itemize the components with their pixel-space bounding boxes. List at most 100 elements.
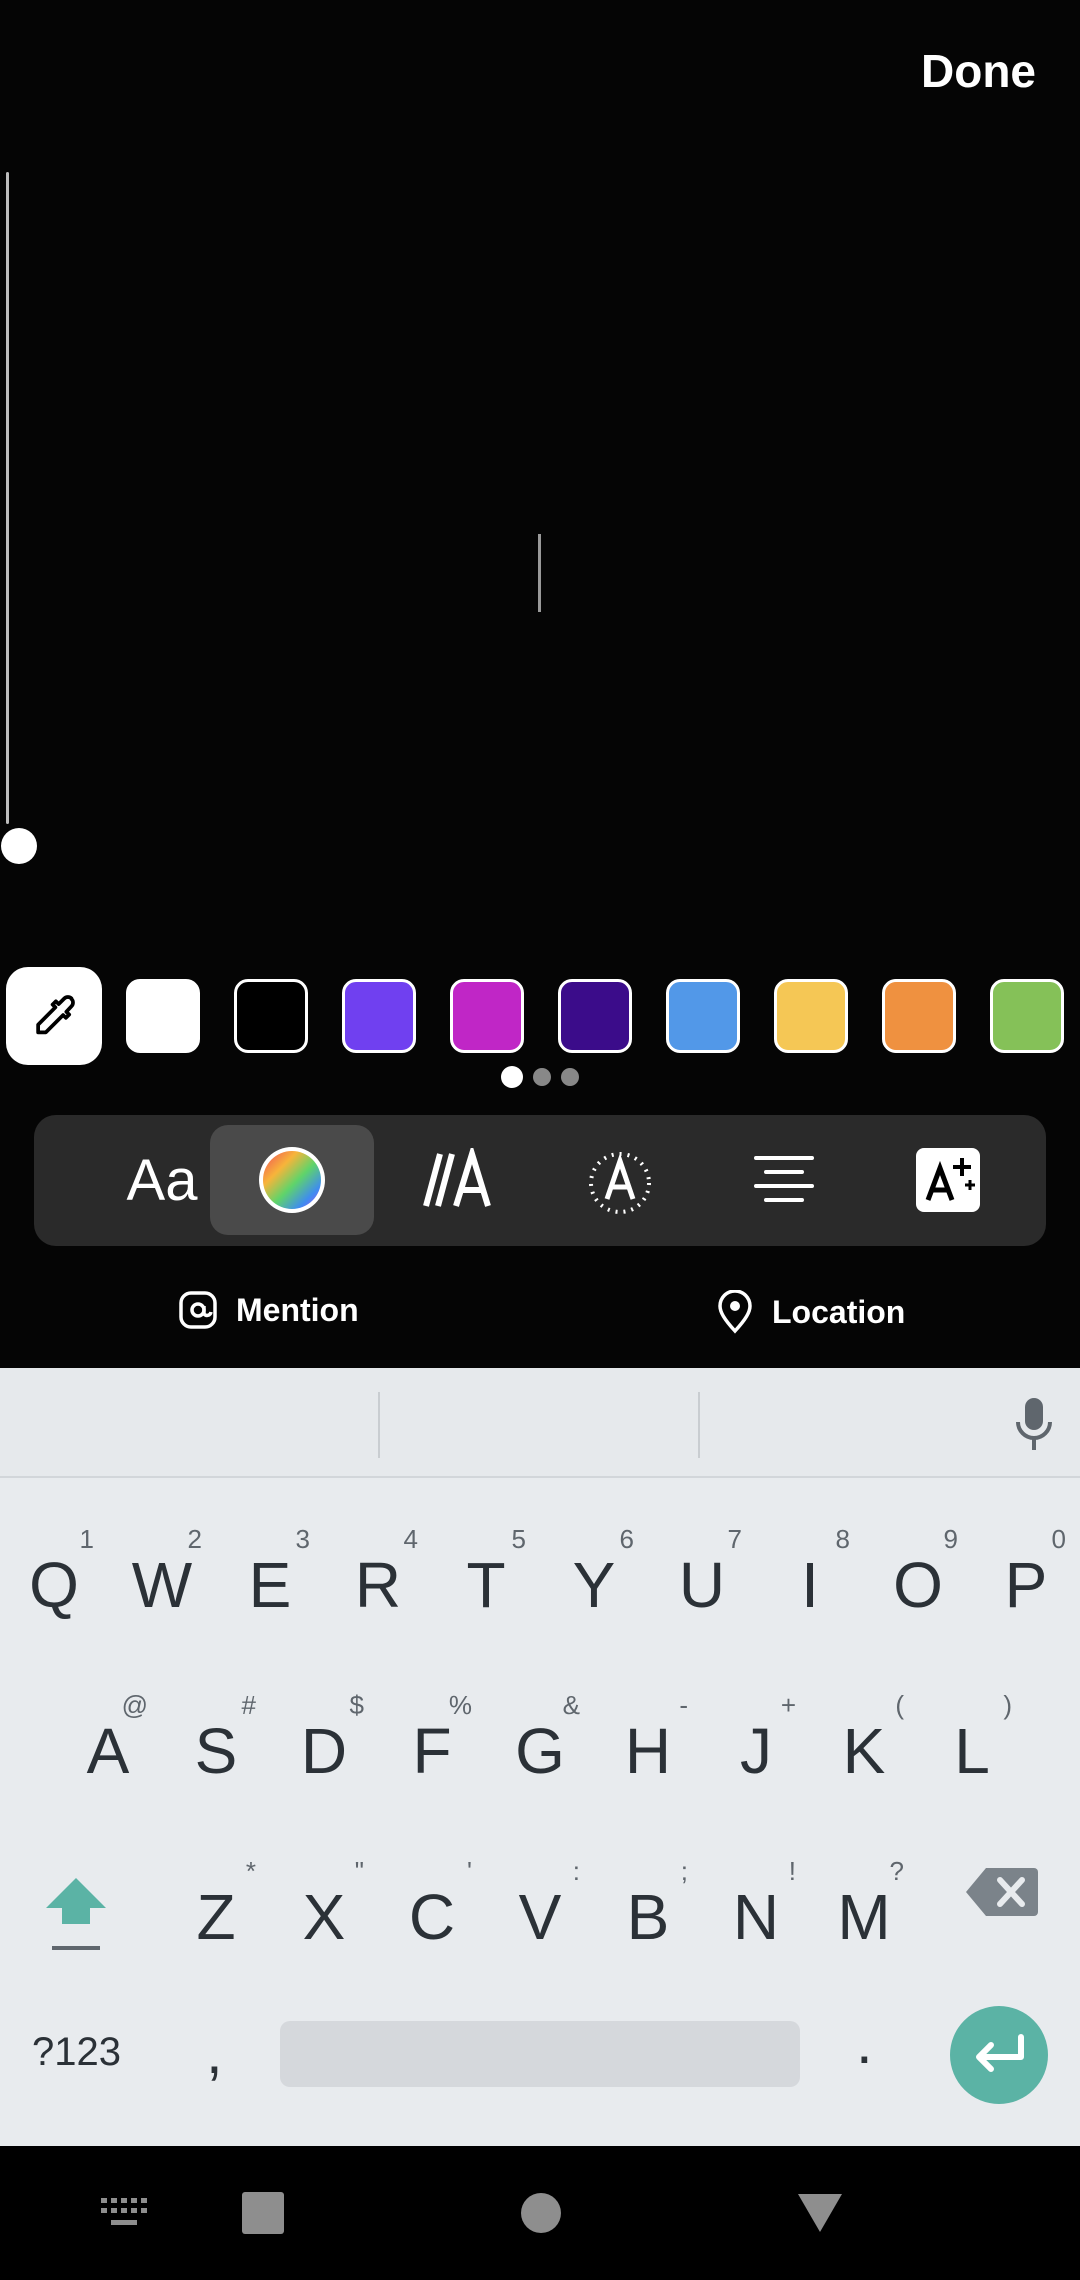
key-letter: P <box>1004 1549 1048 1621</box>
backspace-icon <box>966 1868 1038 1916</box>
key-d[interactable]: D $ <box>270 1674 378 1824</box>
key-alt-symbol: " <box>354 1856 364 1886</box>
key-e[interactable]: E3 <box>216 1508 324 1658</box>
key-alt-symbol: % <box>448 1690 472 1720</box>
key-letter: E <box>248 1549 292 1621</box>
text-toolbar: Aa <box>34 1115 1046 1246</box>
key-h[interactable]: H- <box>594 1674 702 1824</box>
animation-button[interactable] <box>538 1125 702 1235</box>
key-y[interactable]: Y6 <box>540 1508 648 1658</box>
key-l[interactable]: L) <box>918 1674 1026 1824</box>
key-letter: A <box>86 1715 130 1787</box>
home-button[interactable] <box>516 2146 566 2280</box>
key-g[interactable]: G & <box>486 1674 594 1824</box>
color-swatch[interactable] <box>774 979 848 1053</box>
enter-key[interactable] <box>950 2006 1048 2104</box>
voice-input-button[interactable] <box>1014 1396 1054 1457</box>
key-n[interactable]: N! <box>702 1840 810 1990</box>
key-b[interactable]: B; <box>594 1840 702 1990</box>
recents-icon <box>242 2192 284 2234</box>
key-letter: B <box>626 1881 670 1953</box>
effects-icon <box>916 1148 980 1212</box>
done-button[interactable]: Done <box>921 44 1036 98</box>
color-swatch[interactable] <box>342 979 416 1053</box>
color-palette <box>0 967 1080 1065</box>
color-swatch[interactable] <box>450 979 524 1053</box>
home-icon <box>521 2193 561 2233</box>
key-t[interactable]: T5 <box>432 1508 540 1658</box>
key-letter: K <box>842 1715 886 1787</box>
key-f[interactable]: F% <box>378 1674 486 1824</box>
key-letter: M <box>837 1881 891 1953</box>
keyboard-icon <box>101 2198 147 2225</box>
location-button[interactable]: Location <box>716 1290 905 1334</box>
suggestion-divider <box>698 1392 700 1458</box>
shift-key[interactable] <box>30 1860 122 1956</box>
text-editor-canvas[interactable]: Done Aa Mention Location <box>0 0 1080 1368</box>
symbols-key[interactable]: ?123 <box>32 2030 121 2075</box>
effects-button[interactable] <box>866 1125 1030 1235</box>
color-button[interactable] <box>210 1125 374 1235</box>
key-p[interactable]: P0 <box>972 1508 1080 1658</box>
key-alt-symbol: ; <box>680 1856 688 1886</box>
align-center-icon <box>754 1156 814 1202</box>
backspace-key[interactable] <box>964 1862 1056 1942</box>
key-x[interactable]: X " <box>270 1840 378 1990</box>
key-letter: T <box>466 1549 506 1621</box>
key-m[interactable]: M? <box>810 1840 918 1990</box>
key-j[interactable]: J + <box>702 1674 810 1824</box>
key-alt-symbol: & <box>562 1690 580 1720</box>
on-screen-keyboard: Q1W2E3R4T5Y6U7I8O9P0 A @ S # D $ F% G & H - J + K(L) … <box>0 1368 1080 2146</box>
key-r[interactable]: R4 <box>324 1508 432 1658</box>
keyboard-switch-button[interactable] <box>94 2146 154 2280</box>
location-pin-icon <box>718 1290 752 1334</box>
key-u[interactable]: U7 <box>648 1508 756 1658</box>
key-letter: I <box>801 1549 819 1621</box>
key-c[interactable]: C ' <box>378 1840 486 1990</box>
key-alt-symbol: - <box>679 1690 688 1720</box>
key-alt-symbol: + <box>780 1690 796 1720</box>
palette-page-indicator <box>0 1066 1080 1088</box>
key-k[interactable]: K( <box>810 1674 918 1824</box>
key-letter: X <box>302 1881 346 1953</box>
key-s[interactable]: S # <box>162 1674 270 1824</box>
key-w[interactable]: W2 <box>108 1508 216 1658</box>
suggestion-strip <box>0 1368 1080 1478</box>
page-dot <box>561 1068 579 1086</box>
period-key[interactable]: . <box>856 2008 873 2077</box>
key-z[interactable]: Z * <box>162 1840 270 1990</box>
key-letter: Q <box>29 1549 79 1621</box>
key-alt-symbol: # <box>241 1690 256 1720</box>
animation-icon <box>589 1152 651 1214</box>
key-alt-symbol: 2 <box>187 1524 202 1554</box>
key-i[interactable]: I8 <box>756 1508 864 1658</box>
key-alt-symbol: ? <box>889 1856 904 1886</box>
color-swatch[interactable] <box>126 979 200 1053</box>
back-button[interactable] <box>792 2146 848 2280</box>
key-letter: L <box>954 1715 990 1787</box>
recents-button[interactable] <box>238 2146 288 2280</box>
text-style-icon <box>423 1148 491 1207</box>
key-q[interactable]: Q1 <box>0 1508 108 1658</box>
mention-button[interactable]: Mention <box>178 1290 359 1330</box>
comma-key[interactable]: , <box>206 2018 223 2087</box>
font-icon: Aa <box>126 1147 198 1213</box>
key-o[interactable]: O9 <box>864 1508 972 1658</box>
text-style-button[interactable] <box>374 1125 538 1235</box>
color-swatch[interactable] <box>990 979 1064 1053</box>
space-key[interactable] <box>280 2021 800 2087</box>
page-dot <box>533 1068 551 1086</box>
text-size-slider[interactable] <box>1 172 37 864</box>
key-v[interactable]: V: <box>486 1840 594 1990</box>
color-swatch[interactable] <box>882 979 956 1053</box>
key-alt-symbol: ) <box>1003 1690 1012 1720</box>
align-button[interactable] <box>702 1125 866 1235</box>
color-swatch[interactable] <box>558 979 632 1053</box>
eyedropper-button[interactable] <box>6 967 102 1065</box>
text-size-slider-thumb[interactable] <box>1 828 37 864</box>
key-a[interactable]: A @ <box>54 1674 162 1824</box>
color-swatch[interactable] <box>234 979 308 1053</box>
key-letter: H <box>624 1715 672 1787</box>
color-swatch[interactable] <box>666 979 740 1053</box>
suggestion-divider <box>378 1392 380 1458</box>
